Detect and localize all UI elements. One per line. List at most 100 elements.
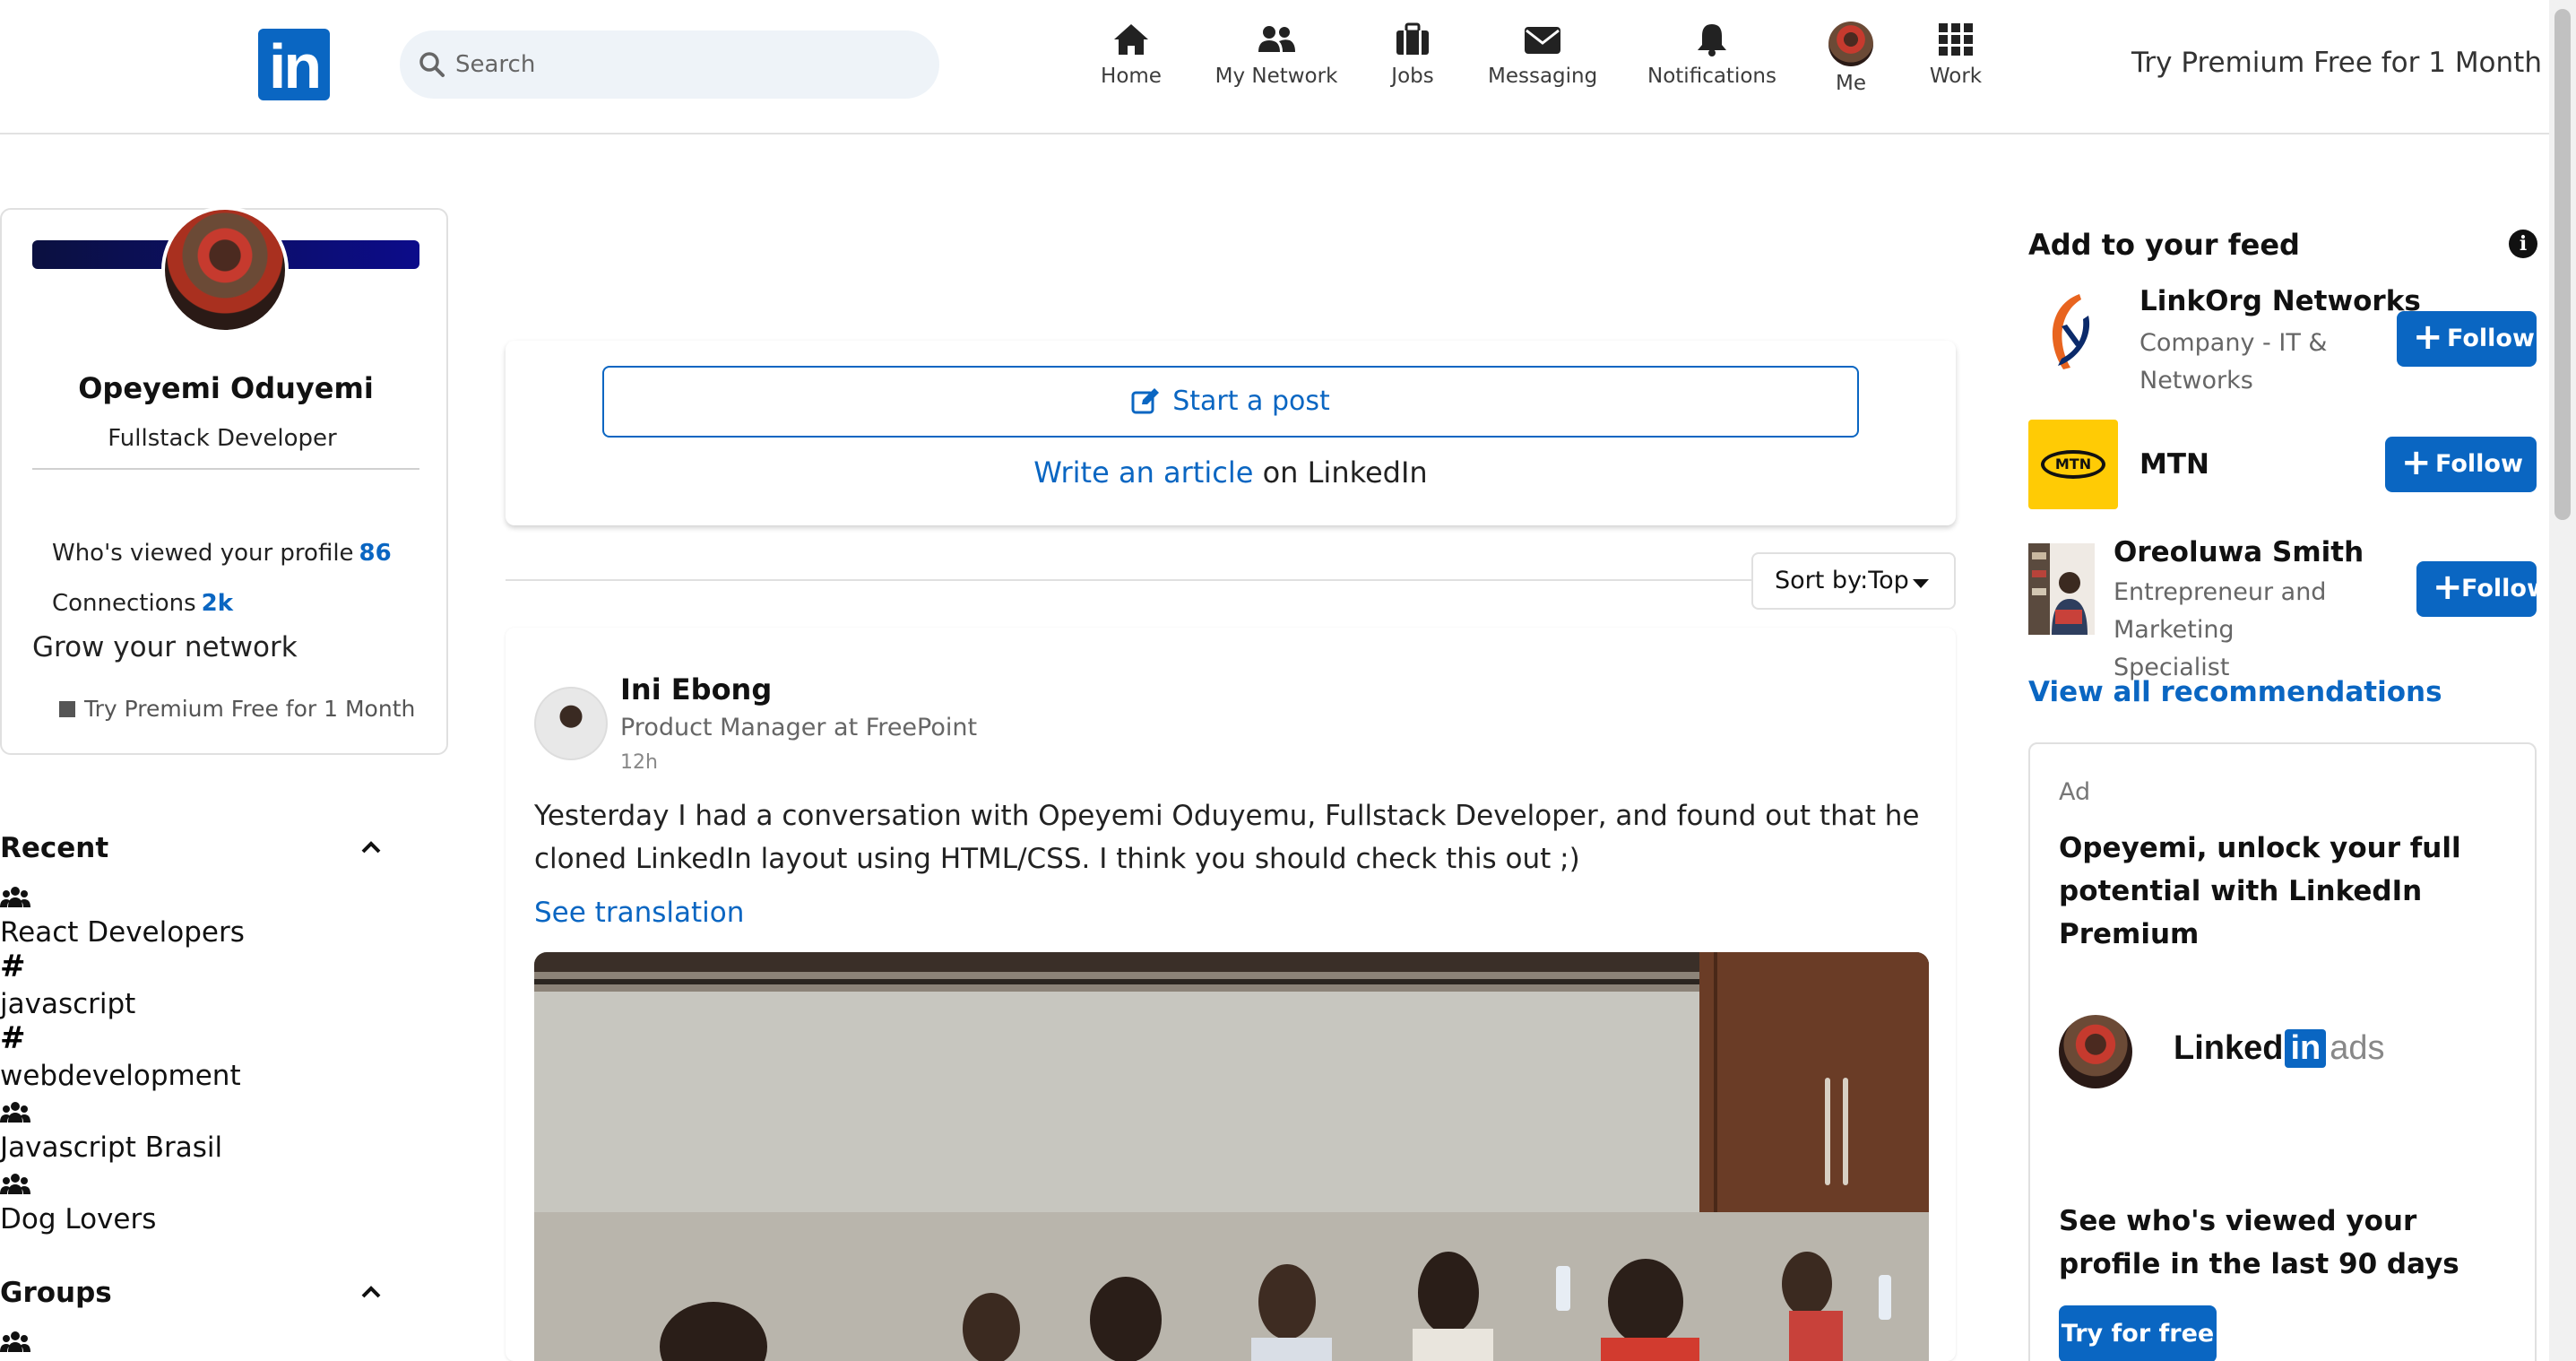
- compose-card: Start a post Write an article on LinkedI…: [506, 341, 1956, 525]
- network-icon: [1258, 26, 1295, 52]
- ads-logo-word: Linked: [2174, 1029, 2284, 1067]
- post-photo[interactable]: [534, 952, 1929, 1361]
- home-icon: [1114, 24, 1148, 55]
- nav-me[interactable]: Me: [1827, 22, 1875, 111]
- write-article-link[interactable]: Write an article: [1033, 455, 1253, 490]
- post-author-name[interactable]: Ini Ebong: [620, 672, 772, 707]
- search-icon: [419, 52, 445, 77]
- briefcase-icon: [1396, 22, 1429, 55]
- ads-logo-ads: ads: [2330, 1029, 2385, 1067]
- edit-icon: [1131, 388, 1160, 414]
- mtn-logo[interactable]: MTN: [2028, 420, 2118, 509]
- hashtag-icon: #: [0, 949, 26, 984]
- envelope-icon: [1525, 27, 1560, 54]
- sort-divider: [506, 579, 1751, 581]
- ads-logo-in: in: [2285, 1029, 2327, 1068]
- premium-square-icon: [59, 701, 75, 717]
- recent-collapse-icon[interactable]: [360, 839, 382, 855]
- follow-button-linkorg[interactable]: Follow: [2397, 309, 2537, 367]
- ad-avatar: [2059, 1015, 2132, 1088]
- rec-name-oreoluwa[interactable]: Oreoluwa Smith: [2114, 536, 2364, 568]
- linkorg-logo[interactable]: [2040, 289, 2099, 378]
- add-to-feed-title: Add to your feed: [2028, 228, 2300, 262]
- ad-body-text: See who's viewed your profile in the las…: [2059, 1205, 2459, 1280]
- mtn-logo-text: MTN: [2041, 450, 2105, 479]
- scrollbar[interactable]: [2549, 0, 2576, 1361]
- group-icon: [0, 1174, 30, 1194]
- me-avatar: [1828, 22, 1873, 66]
- groups-collapse-icon[interactable]: [360, 1284, 382, 1300]
- groups-heading: Groups: [0, 1277, 112, 1309]
- scrollbar-thumb[interactable]: [2554, 9, 2571, 520]
- profile-divider: [32, 468, 419, 470]
- post-timestamp: 12h: [620, 751, 658, 774]
- search-bar[interactable]: [400, 30, 939, 99]
- rec-subtitle-linkorg: Company - IT & Networks: [2139, 329, 2328, 394]
- nav-home[interactable]: Home: [1099, 22, 1163, 111]
- group-icon: [0, 887, 30, 907]
- nav-messaging-label: Messaging: [1488, 65, 1598, 88]
- card-premium-label: Try Premium Free for 1 Month: [84, 696, 416, 722]
- ad-card: Ad Opeyemi, unlock your full potential w…: [2028, 742, 2537, 1361]
- try-premium-link[interactable]: Try Premium Free for 1 Month: [2131, 47, 2542, 79]
- nav-work-label: Work: [1929, 65, 1983, 88]
- nav-messaging[interactable]: Messaging: [1488, 22, 1597, 111]
- nav-my-network[interactable]: My Network: [1214, 22, 1339, 111]
- recent-heading: Recent: [0, 832, 109, 864]
- follow-button-oreoluwa[interactable]: Follow: [2416, 559, 2549, 617]
- profile-views-value: 86: [359, 540, 392, 567]
- profile-card: Opeyemi Oduyemi Fullstack Developer Who'…: [0, 206, 450, 755]
- sort-value: Top: [1868, 567, 1909, 594]
- profile-headline: Fullstack Developer: [108, 425, 337, 452]
- profile-views-label: Who's viewed your profile: [52, 540, 354, 567]
- profile-views-stat[interactable]: Who's viewed your profile 86: [52, 540, 392, 567]
- nav-jobs[interactable]: Jobs: [1386, 22, 1439, 111]
- nav-notifications-label: Notifications: [1647, 65, 1776, 88]
- profile-name[interactable]: Opeyemi Oduyemi: [2, 371, 450, 405]
- linkedin-ads-logo: Linked in ads: [2174, 1029, 2385, 1068]
- recent-item[interactable]: webdevelopment: [0, 1060, 241, 1092]
- connections-label: Connections: [52, 590, 196, 617]
- view-all-recommendations-link[interactable]: View all recommendations: [2028, 676, 2442, 708]
- sort-label: Sort by:: [1775, 567, 1869, 594]
- info-icon[interactable]: i: [2509, 230, 2537, 258]
- start-post-button[interactable]: Start a post: [602, 366, 1859, 438]
- try-for-free-button[interactable]: Try for free: [2059, 1305, 2217, 1361]
- recent-item[interactable]: Javascript Brasil: [0, 1131, 222, 1164]
- linkedin-logo[interactable]: in: [258, 29, 330, 101]
- recent-item[interactable]: javascript: [0, 988, 135, 1020]
- write-article-suffix: on LinkedIn: [1262, 455, 1428, 490]
- author-avatar[interactable]: [534, 687, 608, 760]
- see-translation-link[interactable]: See translation: [534, 897, 744, 929]
- post-author-role: Product Manager at FreePoint: [620, 714, 978, 741]
- bell-icon: [1698, 24, 1726, 56]
- ad-label: Ad: [2059, 778, 2091, 806]
- write-article-line: Write an article on LinkedIn: [506, 455, 1956, 490]
- profile-avatar[interactable]: [161, 206, 289, 334]
- nav-my-network-label: My Network: [1215, 65, 1338, 88]
- nav-work[interactable]: Work: [1927, 22, 1984, 111]
- ad-headline[interactable]: Opeyemi, unlock your full potential with…: [2059, 827, 2525, 956]
- grow-network-link[interactable]: Grow your network: [32, 631, 298, 663]
- post-photo-graphic: [534, 952, 1929, 1361]
- grid-icon: [1939, 23, 1973, 56]
- group-icon: [0, 1331, 30, 1352]
- connections-stat[interactable]: Connections 2k: [52, 590, 233, 617]
- caret-down-icon: [1913, 579, 1929, 588]
- rec-name-linkorg[interactable]: LinkOrg Networks: [2139, 285, 2421, 317]
- feed-post: Ini Ebong Product Manager at FreePoint 1…: [506, 628, 1956, 1361]
- search-input[interactable]: [455, 30, 921, 99]
- recent-item[interactable]: React Developers: [0, 916, 245, 949]
- nav-me-label: Me: [1836, 72, 1866, 95]
- recent-item[interactable]: Dog Lovers: [0, 1203, 156, 1235]
- top-navbar: in Home My Network Jobs: [0, 0, 2549, 134]
- sort-dropdown[interactable]: Sort by:Top: [1751, 552, 1956, 610]
- follow-button-mtn[interactable]: Follow: [2385, 435, 2537, 492]
- rec-name-mtn[interactable]: MTN: [2139, 448, 2209, 481]
- card-premium-link[interactable]: Try Premium Free for 1 Month: [59, 696, 415, 722]
- nav-home-label: Home: [1101, 65, 1162, 88]
- nav-notifications[interactable]: Notifications: [1647, 22, 1776, 111]
- group-icon: [0, 1102, 30, 1123]
- connections-value: 2k: [201, 590, 234, 617]
- oreoluwa-avatar[interactable]: [2028, 543, 2095, 635]
